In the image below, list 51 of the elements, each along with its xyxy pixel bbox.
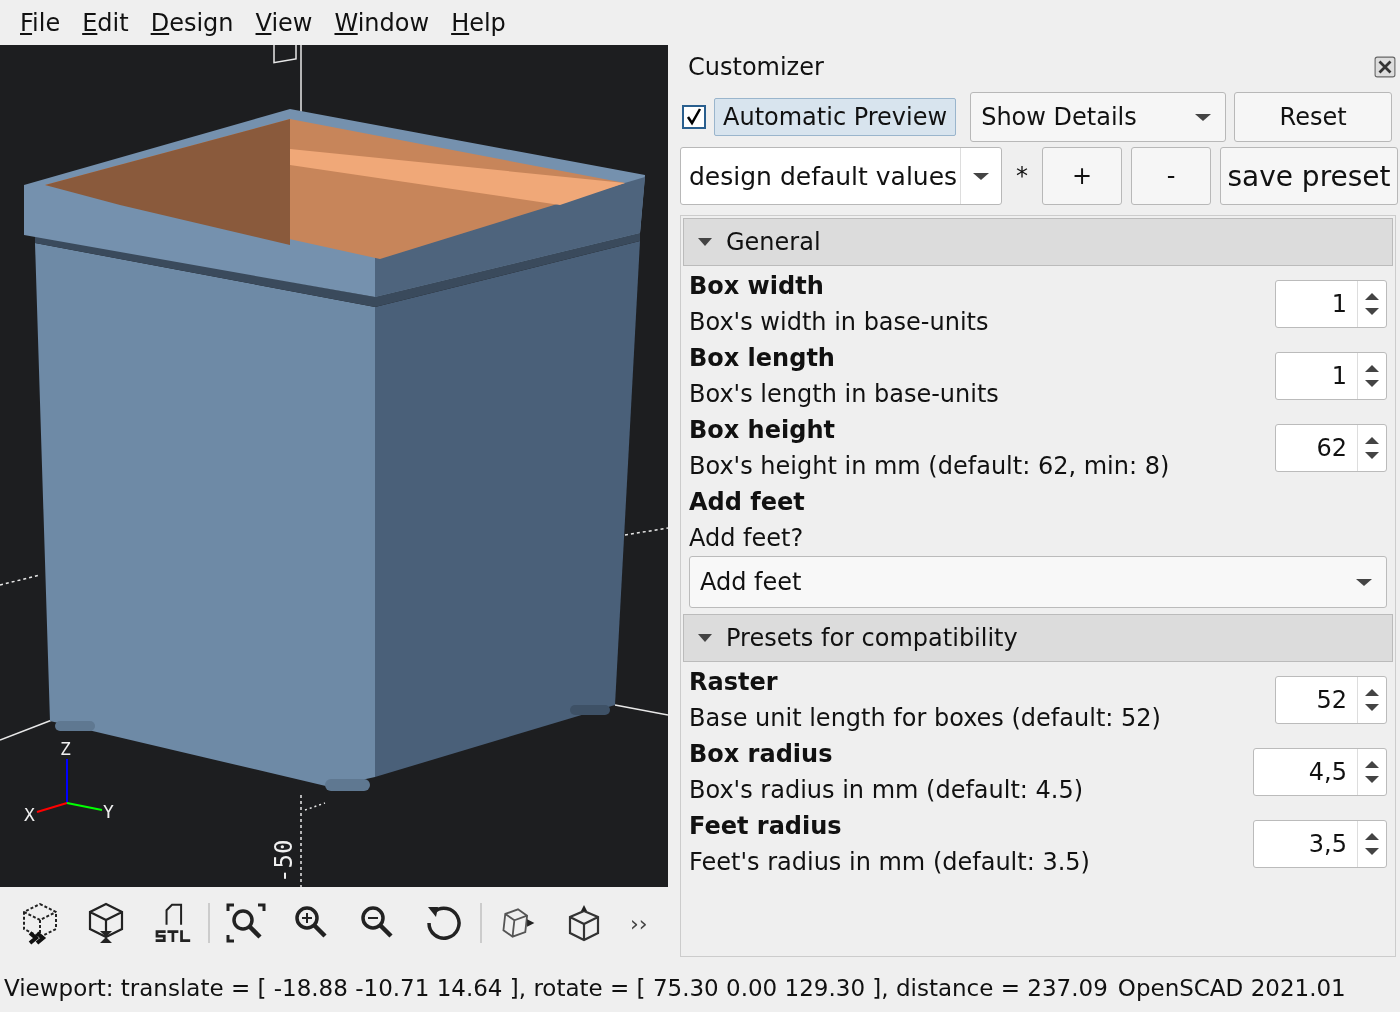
axis-label: Z	[60, 738, 71, 759]
parameter-description: Feet's radius in mm (default: 3.5)	[689, 847, 1090, 878]
viewport-status: Viewport: translate = [ -18.88 -10.71 14.64 ], rotate = [ 75.30 0.00 129.30 ], distance = 237.09	[4, 975, 1108, 1001]
parameter-name: Box length	[689, 343, 835, 374]
render-icon[interactable]	[86, 901, 126, 945]
preview-icon[interactable]	[20, 901, 60, 945]
parameter-description: Box's height in mm (default: 62, min: 8)	[689, 451, 1170, 482]
version-label: OpenSCAD 2021.01	[1117, 975, 1346, 1001]
menu-item[interactable]: File	[12, 8, 69, 37]
parameter-description: Box's radius in mm (default: 4.5)	[689, 775, 1084, 806]
axis-label: Y	[103, 801, 114, 822]
number-spinbox[interactable]: 52	[1275, 676, 1387, 724]
automatic-preview-label[interactable]: Automatic Preview	[714, 98, 957, 136]
modified-mark: *	[1015, 162, 1029, 190]
menu-item[interactable]: Design	[142, 8, 242, 37]
menu-item[interactable]: View	[247, 8, 321, 37]
axis-label: X	[24, 804, 35, 825]
scale-label: -50	[270, 839, 298, 883]
parameter-description: Add feet?	[689, 523, 804, 554]
remove-preset-button[interactable]: -	[1131, 147, 1211, 205]
zoom-all-icon[interactable]	[226, 901, 266, 945]
parameter-name: Feet radius	[689, 811, 842, 842]
parameter-description: Box's length in base-units	[689, 379, 999, 410]
parameter-description: Base unit length for boxes (default: 52)	[689, 703, 1161, 734]
parameter-name: Box width	[689, 271, 824, 302]
axes-drawing	[36, 758, 103, 813]
group-header[interactable]: General	[683, 218, 1393, 266]
close-icon[interactable]	[1374, 56, 1396, 78]
option-dropdown[interactable]: Add feet	[689, 556, 1387, 608]
menu-item[interactable]: Edit	[74, 8, 137, 37]
number-spinbox[interactable]: 62	[1275, 424, 1387, 472]
save-preset-button[interactable]: save preset	[1220, 147, 1398, 205]
preset-dropdown[interactable]: design default values	[680, 147, 1002, 205]
reset-button[interactable]: Reset	[1234, 92, 1393, 142]
group-header[interactable]: Presets for compatibility	[683, 614, 1393, 662]
parameter-name: Box height	[689, 415, 835, 446]
details-dropdown[interactable]: Show Details	[970, 92, 1227, 142]
parameter-name: Add feet	[689, 487, 805, 518]
parameter-name: Box radius	[689, 739, 833, 770]
add-preset-button[interactable]: +	[1042, 147, 1122, 205]
number-spinbox[interactable]: 4,5	[1253, 748, 1387, 796]
number-spinbox[interactable]: 1	[1275, 352, 1387, 400]
parameter-name: Raster	[689, 667, 778, 698]
parameter-description: Box's width in base-units	[689, 307, 989, 338]
menu-item[interactable]: Window	[326, 8, 438, 37]
number-spinbox[interactable]: 3,5	[1253, 820, 1387, 868]
more-tools-button[interactable]: ››	[630, 910, 648, 936]
menu-item[interactable]: Help	[443, 8, 514, 37]
panel-title: Customizer	[688, 53, 824, 81]
number-spinbox[interactable]: 1	[1275, 280, 1387, 328]
checkbox[interactable]	[682, 105, 706, 129]
